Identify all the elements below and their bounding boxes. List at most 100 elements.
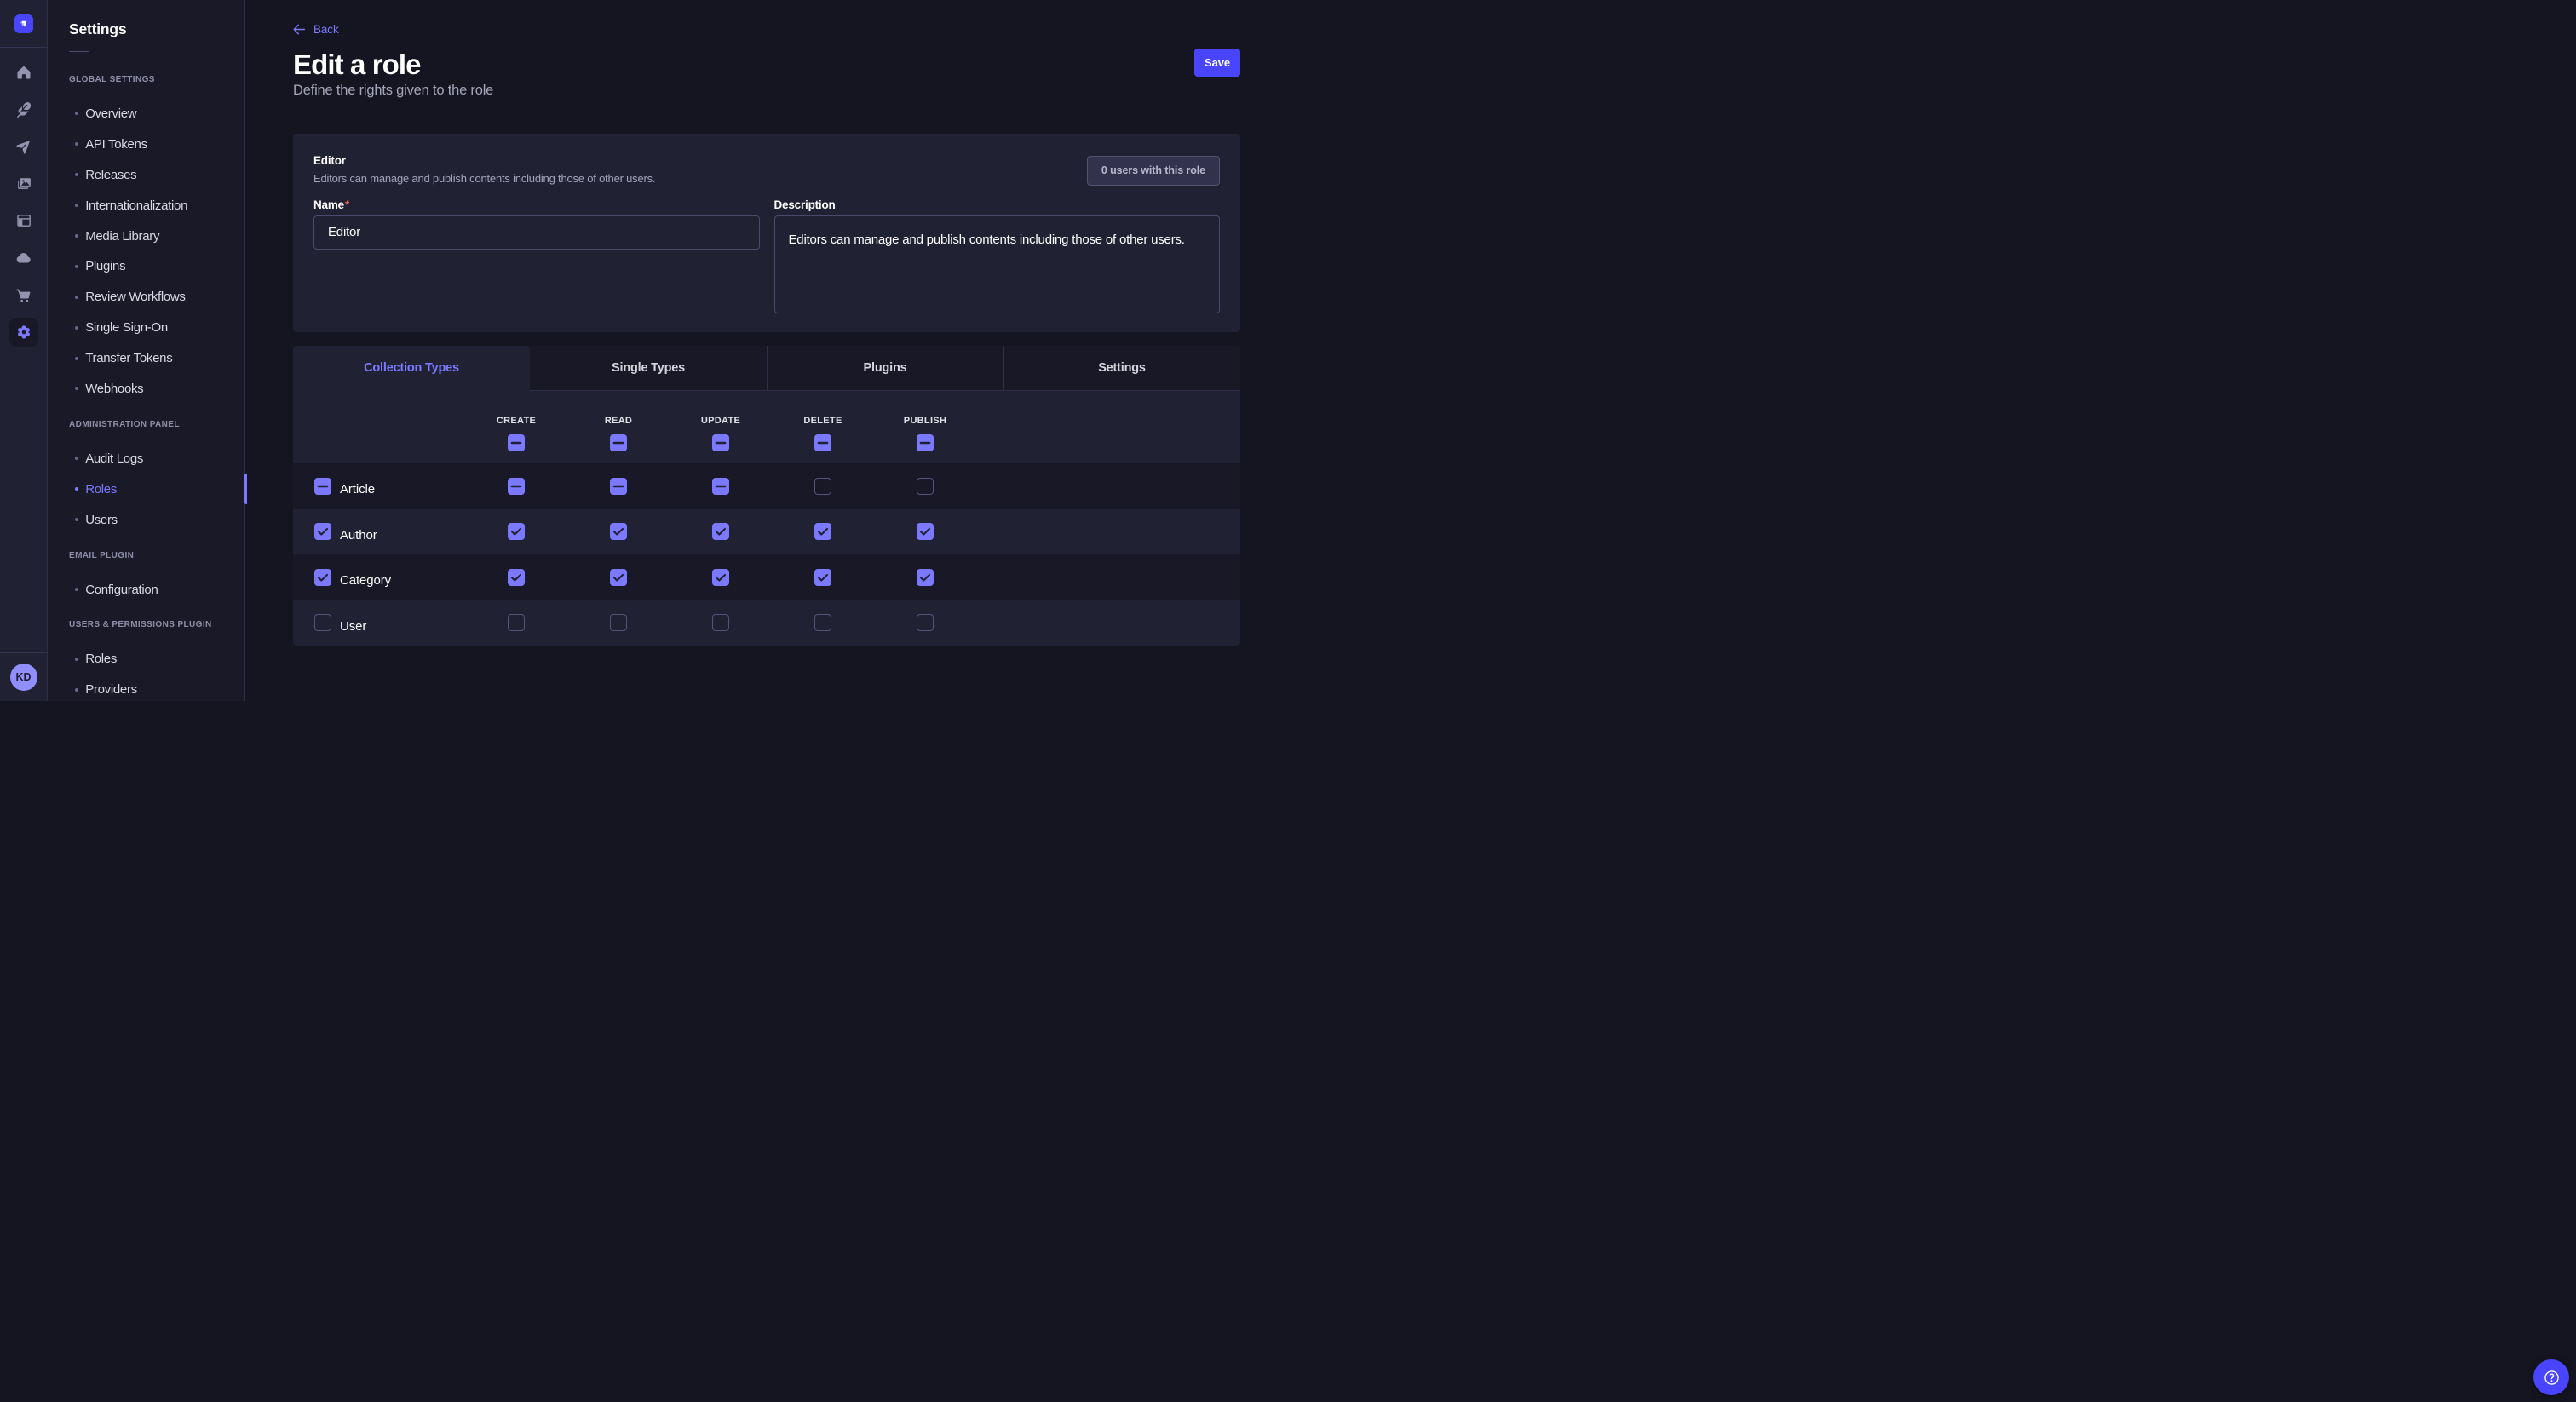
paper-plane-icon [14,138,32,156]
back-link[interactable]: Back [293,23,1240,36]
user-create-checkbox-unchecked[interactable] [508,614,525,631]
sidebar-item-label: Roles [85,482,117,497]
sidebar-item-releases[interactable]: Releases [69,159,244,190]
column-header-publish: PUBLISH [904,416,946,426]
name-input[interactable]: Editor [313,215,760,250]
sidebar-item-plugins[interactable]: Plugins [69,251,244,282]
sidebar-sections: GLOBAL SETTINGSOverviewAPI TokensRelease… [69,65,244,705]
strapi-logo [14,14,33,33]
permissions-card: Collection TypesSingle TypesPluginsSetti… [293,346,1240,646]
sidebar-section-label: ADMINISTRATION PANEL [69,409,244,440]
category-update-checkbox-checked[interactable] [712,569,729,586]
tab-settings[interactable]: Settings [1003,346,1240,391]
select-all-delete-checkbox-indeterminate[interactable] [814,434,831,451]
description-textarea[interactable]: Editors can manage and publish contents … [774,215,1221,313]
sidebar-item-overview[interactable]: Overview [69,99,244,129]
gear-icon [15,324,32,341]
author-publish-checkbox-checked[interactable] [917,523,934,540]
author-update-checkbox-checked[interactable] [712,523,729,540]
cloud-icon [14,250,32,267]
sidebar-item-label: Audit Logs [85,451,143,466]
select-all-create-checkbox-indeterminate[interactable] [508,434,525,451]
sidebar-section-label: USERS & PERMISSIONS PLUGIN [69,610,244,641]
user-publish-checkbox-unchecked[interactable] [917,614,934,631]
category-create-checkbox-checked[interactable] [508,569,525,586]
category-checkbox-checked[interactable] [314,569,331,586]
article-publish-checkbox-unchecked[interactable] [917,478,934,495]
sidebar-item-label: API Tokens [85,137,147,152]
sidebar-item-label: Single Sign-On [85,320,168,335]
user-read-checkbox-unchecked[interactable] [610,614,627,631]
sidebar-item-media-library[interactable]: Media Library [69,221,244,251]
user-delete-checkbox-unchecked[interactable] [814,614,831,631]
user-checkbox-unchecked[interactable] [314,614,331,631]
sidebar-item-label: Users [85,513,118,527]
page-title: Edit a role [293,52,421,77]
sidebar-item-label: Providers [85,682,137,697]
sidebar-item-webhooks[interactable]: Webhooks [69,374,244,405]
sidebar-divider [69,51,89,52]
category-publish-checkbox-checked[interactable] [917,569,934,586]
author-create-checkbox-checked[interactable] [508,523,525,540]
sidebar-item-roles[interactable]: Roles [69,474,244,504]
bullet-icon [75,487,78,491]
sidebar-item-internationalization[interactable]: Internationalization [69,190,244,221]
permissions-rows: ArticleAuthorCategoryUser [293,463,1240,646]
save-button[interactable]: Save [1194,49,1240,77]
article-update-checkbox-indeterminate[interactable] [712,478,729,495]
name-field: Name* Editor [313,199,760,313]
description-field: Description Editors can manage and publi… [774,199,1221,313]
nav-cloud-icon[interactable] [9,244,38,273]
bullet-icon [75,688,78,692]
author-read-checkbox-checked[interactable] [610,523,627,540]
tab-collection-types[interactable]: Collection Types [293,346,530,391]
sidebar-item-label: Overview [85,106,136,121]
permission-row-user: User [293,600,1240,646]
sidebar-item-audit-logs[interactable]: Audit Logs [69,443,244,474]
article-delete-checkbox-unchecked[interactable] [814,478,831,495]
select-all-publish-checkbox-indeterminate[interactable] [917,434,934,451]
permission-row-category: Category [293,554,1240,600]
required-asterisk: * [345,198,349,211]
article-create-checkbox-indeterminate[interactable] [508,478,525,495]
nav-feather-icon[interactable] [9,95,38,124]
category-delete-checkbox-checked[interactable] [814,569,831,586]
nav-layout-icon[interactable] [9,206,38,235]
help-button[interactable] [2533,1359,2569,1395]
sidebar-item-configuration[interactable]: Configuration [69,574,244,605]
article-read-checkbox-indeterminate[interactable] [610,478,627,495]
nav-images-icon[interactable] [9,170,38,198]
sidebar-item-api-tokens[interactable]: API Tokens [69,129,244,159]
author-checkbox-checked[interactable] [314,523,331,540]
workspace-logo-button[interactable] [0,0,48,48]
field-label-text: Name [313,198,344,211]
sidebar-item-providers[interactable]: Providers [69,675,244,705]
article-checkbox-indeterminate[interactable] [314,478,331,495]
author-delete-checkbox-checked[interactable] [814,523,831,540]
arrow-left-icon [293,24,305,35]
permissions-header-row: CREATEREADUPDATEDELETEPUBLISH [293,391,1240,464]
sidebar-item-users[interactable]: Users [69,504,244,535]
users-with-role-button[interactable]: 0 users with this role [1087,156,1220,187]
bullet-icon [75,588,78,591]
sidebar-item-single-sign-on[interactable]: Single Sign-On [69,313,244,343]
nav-icon-list [9,48,38,354]
nav-gear-icon[interactable] [9,318,38,347]
bullet-icon [75,387,78,390]
nav-home-icon[interactable] [9,58,38,87]
bullet-icon [75,265,78,268]
sidebar-item-transfer-tokens[interactable]: Transfer Tokens [69,343,244,374]
sidebar-item-review-workflows[interactable]: Review Workflows [69,282,244,313]
nav-paper-plane-icon[interactable] [9,132,38,161]
avatar[interactable]: KD [10,664,37,691]
sidebar-item-roles[interactable]: Roles [69,644,244,675]
select-all-update-checkbox-indeterminate[interactable] [712,434,729,451]
main-nav-rail: KD [0,0,48,701]
select-all-read-checkbox-indeterminate[interactable] [610,434,627,451]
user-update-checkbox-unchecked[interactable] [712,614,729,631]
tab-plugins[interactable]: Plugins [767,346,1003,391]
nav-shopping-cart-icon[interactable] [9,280,38,309]
category-read-checkbox-checked[interactable] [610,569,627,586]
home-icon [15,64,32,81]
tab-single-types[interactable]: Single Types [530,346,767,391]
